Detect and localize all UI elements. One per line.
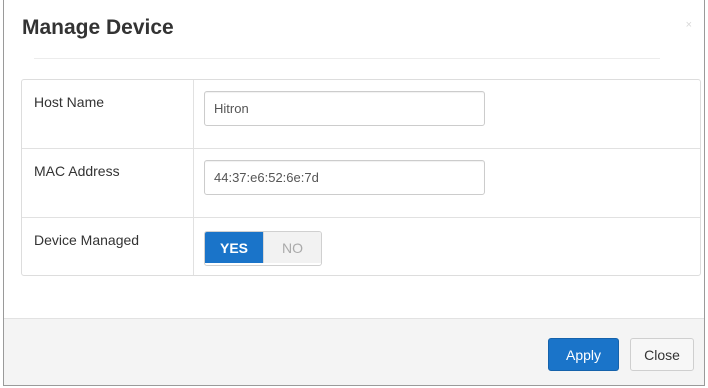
device-managed-cell: YES NO — [194, 218, 700, 275]
dialog-footer: Apply Close — [4, 318, 704, 385]
form-row-device-managed: Device Managed YES NO — [22, 217, 700, 275]
mac-address-label: MAC Address — [34, 163, 120, 179]
toggle-yes-button[interactable]: YES — [205, 232, 263, 263]
device-managed-label: Device Managed — [34, 232, 140, 248]
header-divider — [34, 58, 660, 59]
host-name-label: Host Name — [34, 94, 105, 110]
device-managed-toggle[interactable]: YES NO — [204, 231, 322, 266]
dialog-title: Manage Device — [22, 16, 174, 39]
form-row-host-name: Host Name — [22, 80, 700, 148]
apply-button[interactable]: Apply — [548, 338, 619, 371]
close-icon[interactable]: × — [686, 20, 692, 31]
toggle-no-button[interactable]: NO — [263, 232, 321, 263]
close-button[interactable]: Close — [630, 338, 694, 371]
mac-address-cell — [194, 149, 700, 217]
form-row-mac-address: MAC Address — [22, 148, 700, 217]
host-name-cell — [194, 80, 700, 148]
mac-address-input[interactable] — [204, 160, 485, 195]
device-form: Host Name MAC Address Device Managed YES… — [21, 79, 701, 276]
dialog-header: Manage Device × — [4, 0, 704, 58]
manage-device-dialog: Manage Device × Host Name MAC Address De… — [3, 0, 705, 386]
host-name-input[interactable] — [204, 91, 485, 126]
